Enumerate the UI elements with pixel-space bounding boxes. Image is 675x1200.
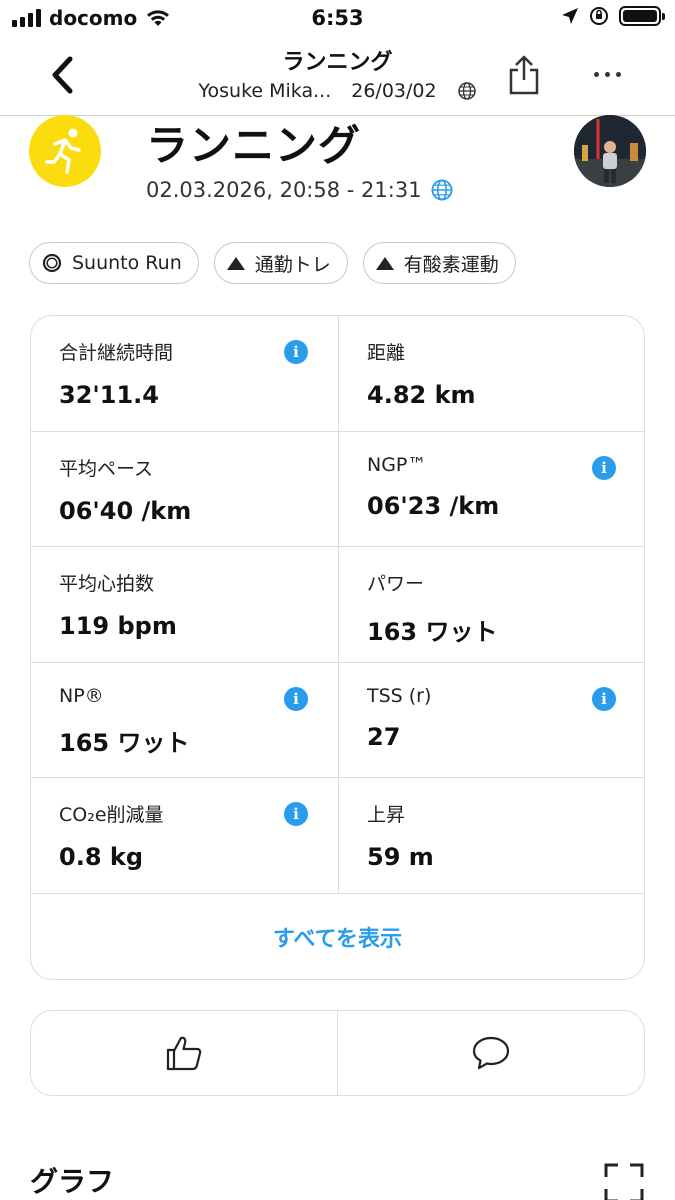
stat-label: NP® — [59, 684, 104, 707]
location-arrow-icon — [562, 8, 578, 24]
info-icon[interactable]: i — [284, 340, 308, 364]
tag-aerobic[interactable]: 有酸素運動 — [362, 242, 516, 284]
stat-label: NGP™ — [367, 453, 427, 476]
stat-value: 06'40 /km — [59, 496, 192, 525]
stat-label: CO₂e削減量 — [59, 804, 164, 826]
stats-card: 合計継続時間 32'11.4 i 距離 4.82 km 平均ペース 06'40 … — [30, 315, 645, 980]
share-icon — [509, 55, 539, 95]
activity-title: ランニング — [146, 121, 362, 170]
nav-date: 26/03/02 — [351, 80, 437, 102]
orientation-lock-icon — [590, 7, 608, 25]
tag-label: 有酸素運動 — [403, 253, 499, 276]
info-icon[interactable]: i — [592, 686, 616, 711]
stat-tss: TSS (r) 27 i — [339, 663, 644, 778]
nav-subtitle: Yosuke Mika... 26/03/02 — [0, 80, 675, 102]
tag-label: 通勤トレ — [254, 253, 331, 276]
more-dot — [605, 71, 610, 77]
info-icon[interactable]: i — [284, 802, 308, 826]
like-button[interactable] — [31, 1011, 338, 1095]
avatar-photo — [574, 115, 646, 187]
stat-label: 距離 — [367, 342, 406, 364]
stat-label: 平均ペース — [59, 457, 154, 480]
triangle-icon — [226, 256, 245, 270]
stat-value: 27 — [367, 722, 401, 751]
stat-label: TSS (r) — [367, 684, 432, 707]
fullscreen-icon — [604, 1163, 644, 1200]
stats-grid: 合計継続時間 32'11.4 i 距離 4.82 km 平均ペース 06'40 … — [31, 316, 644, 894]
stat-value: 32'11.4 — [59, 381, 159, 409]
info-icon[interactable]: i — [284, 686, 308, 711]
tag-list: Suunto Run 通勤トレ 有酸素運動 — [29, 242, 516, 284]
stat-value: 163 ワット — [367, 618, 498, 646]
thumbs-up-icon — [166, 1036, 202, 1071]
user-avatar[interactable] — [574, 115, 646, 187]
more-options-button[interactable] — [594, 64, 628, 84]
expand-button[interactable] — [604, 1163, 644, 1200]
stat-avg-pace: 平均ペース 06'40 /km — [31, 431, 339, 547]
stat-label: 上昇 — [367, 804, 406, 826]
status-bar: docomo 6:53 — [0, 0, 675, 40]
nav-title: ランニング — [282, 50, 393, 75]
stat-power: パワー 163 ワット — [339, 547, 644, 663]
nav-username: Yosuke Mika... — [198, 80, 332, 102]
more-dot — [616, 71, 621, 77]
globe-icon — [457, 82, 476, 100]
battery-icon — [619, 6, 665, 26]
stat-value: 0.8 kg — [59, 843, 144, 871]
tag-device[interactable]: Suunto Run — [29, 242, 199, 284]
more-dot — [594, 71, 599, 77]
stat-duration: 合計継続時間 32'11.4 i — [31, 316, 339, 432]
stat-avg-heart-rate: 平均心拍数 119 bpm — [31, 547, 339, 663]
tag-label: Suunto Run — [72, 252, 182, 274]
stat-co2e: CO₂e削減量 0.8 kg i — [31, 778, 339, 894]
watch-icon — [42, 253, 62, 273]
stat-value: 119 bpm — [59, 612, 177, 640]
triangle-icon — [375, 256, 394, 270]
stat-label: パワー — [367, 573, 425, 595]
running-activity-icon — [29, 115, 101, 187]
stat-value: 165 ワット — [59, 728, 190, 757]
stat-value: 4.82 km — [367, 381, 476, 409]
reaction-card — [30, 1010, 645, 1096]
stat-ngp: NGP™ 06'23 /km i — [339, 432, 644, 547]
stat-value: 06'23 /km — [367, 491, 500, 520]
info-icon[interactable]: i — [592, 455, 616, 480]
graph-section-title: グラフ — [30, 1165, 115, 1198]
share-button[interactable] — [506, 54, 542, 96]
stat-value: 59 m — [367, 843, 434, 871]
comment-button[interactable] — [338, 1011, 644, 1095]
stat-ascent: 上昇 59 m — [339, 778, 644, 894]
stat-label: 合計継続時間 — [59, 342, 174, 364]
activity-datetime-row: 02.03.2026, 20:58 - 21:31 — [146, 178, 454, 202]
stat-label: 平均心拍数 — [59, 573, 155, 595]
stat-distance: 距離 4.82 km — [339, 316, 644, 432]
status-icons — [561, 6, 665, 26]
navigation-bar: ランニング Yosuke Mika... 26/03/02 — [0, 40, 675, 116]
stat-np: NP® 165 ワット i — [31, 662, 339, 778]
speech-bubble-icon — [472, 1036, 510, 1070]
tag-commute[interactable]: 通勤トレ — [213, 242, 348, 284]
activity-datetime: 02.03.2026, 20:58 - 21:31 — [146, 178, 422, 202]
show-all-button[interactable]: すべてを表示 — [31, 894, 644, 980]
runner-icon — [45, 128, 81, 174]
globe-icon — [431, 179, 453, 201]
